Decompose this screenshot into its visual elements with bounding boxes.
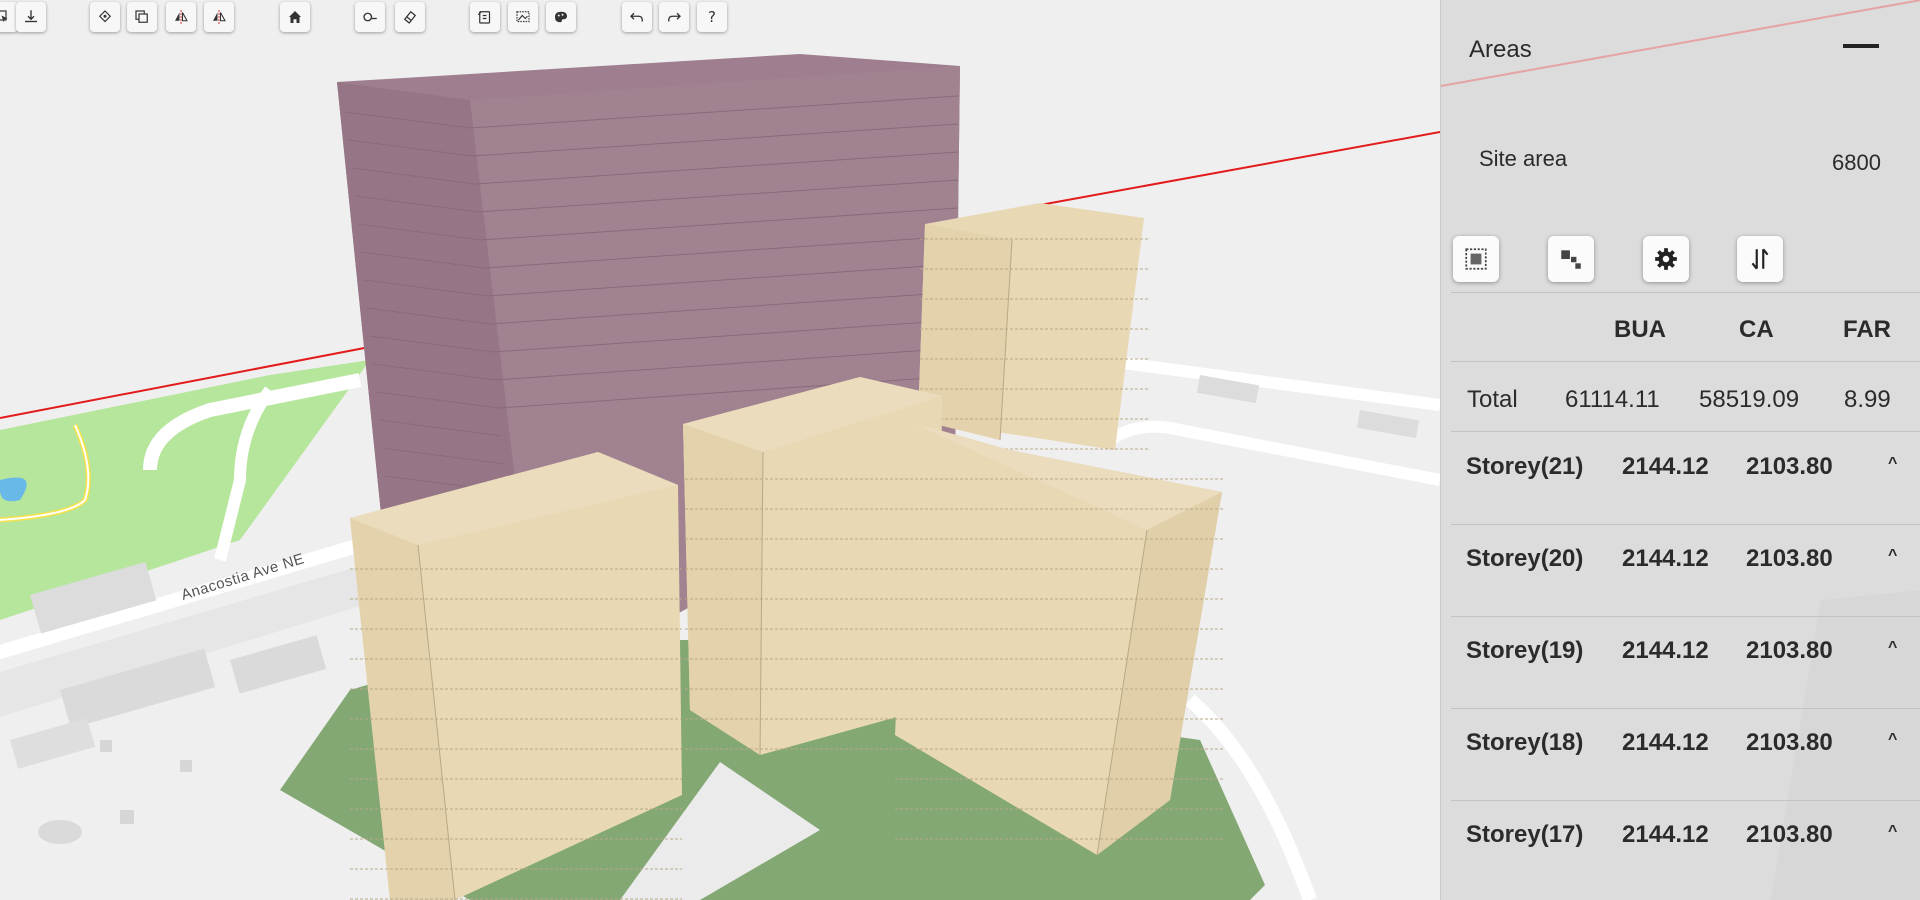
blocks-button[interactable]	[1548, 236, 1594, 282]
gear-icon	[1655, 248, 1677, 270]
storey-row[interactable]: Storey(21) 2144.12 2103.80 ^	[1441, 453, 1920, 545]
help-icon: ?	[708, 8, 716, 26]
move-down-button[interactable]	[16, 2, 46, 32]
eraser-button[interactable]	[395, 2, 425, 32]
divider	[1451, 616, 1920, 617]
divider	[1451, 708, 1920, 709]
mirror-icon	[213, 10, 226, 24]
blocks-icon	[1561, 250, 1581, 269]
storey-ca: 2103.80	[1746, 821, 1833, 848]
divider	[1451, 361, 1920, 362]
mirror-y-button[interactable]	[204, 2, 234, 32]
panel-title: Areas	[1469, 36, 1532, 63]
measure-icon	[363, 12, 377, 22]
storey-row[interactable]: Storey(18) 2144.12 2103.80 ^	[1441, 729, 1920, 821]
expand-storey-toggle[interactable]: ^	[1888, 731, 1897, 749]
grid-icon	[1465, 248, 1487, 270]
palette-button[interactable]	[546, 2, 576, 32]
mirror-x-button[interactable]	[166, 2, 196, 32]
rotate-button[interactable]	[90, 2, 120, 32]
storey-bua: 2144.12	[1622, 453, 1709, 480]
3d-viewport[interactable]: Anacostia Ave NE ?	[0, 0, 1440, 900]
column-header-far: FAR	[1843, 316, 1891, 343]
storey-bua: 2144.12	[1622, 821, 1709, 848]
storey-bua: 2144.12	[1622, 729, 1709, 756]
storey-ca: 2103.80	[1746, 545, 1833, 572]
expand-storey-toggle[interactable]: ^	[1888, 639, 1897, 657]
building-front-right	[895, 422, 1225, 856]
column-header-ca: CA	[1739, 316, 1774, 343]
storey-ca: 2103.80	[1746, 637, 1833, 664]
palette-icon	[555, 11, 567, 23]
home-button[interactable]	[280, 2, 310, 32]
settings-button[interactable]	[1643, 236, 1689, 282]
help-button[interactable]: ?	[697, 2, 727, 32]
home-icon	[289, 11, 301, 23]
site-area-value: 6800	[1832, 150, 1881, 175]
collapse-panel-button[interactable]	[1843, 44, 1879, 48]
expand-storey-toggle[interactable]: ^	[1888, 823, 1897, 841]
image-edit-icon	[516, 11, 530, 23]
storey-row[interactable]: Storey(20) 2144.12 2103.80 ^	[1441, 545, 1920, 637]
clipboard-icon	[477, 11, 491, 24]
sort-icon	[1751, 248, 1769, 270]
move-down-icon	[25, 10, 37, 23]
storey-label: Storey(20)	[1466, 545, 1584, 572]
expand-storey-toggle[interactable]: ^	[1888, 455, 1897, 473]
areas-panel: Areas Site area 6800 BUA CA FAR Total 61…	[1440, 0, 1920, 900]
measure-button[interactable]	[355, 2, 385, 32]
mirror-icon	[175, 10, 188, 24]
rotate-icon	[98, 10, 112, 23]
image-edit-button[interactable]	[508, 2, 538, 32]
eraser-icon	[403, 10, 417, 24]
sort-button[interactable]	[1737, 236, 1783, 282]
total-bua: 61114.11	[1565, 386, 1660, 413]
building-back-right	[918, 203, 1148, 454]
building-front-left	[350, 452, 682, 900]
copy-icon	[135, 10, 148, 23]
divider	[1451, 800, 1920, 801]
clipboard-button[interactable]	[470, 2, 500, 32]
storey-row[interactable]: Storey(19) 2144.12 2103.80 ^	[1441, 637, 1920, 729]
divider	[1451, 431, 1920, 432]
storey-label: Storey(18)	[1466, 729, 1584, 756]
total-ca: 58519.09	[1699, 386, 1800, 413]
divider	[1451, 524, 1920, 525]
top-toolbar: ?	[0, 0, 1440, 34]
column-header-bua: BUA	[1614, 316, 1666, 343]
storey-label: Storey(19)	[1466, 637, 1584, 664]
redo-icon	[668, 12, 681, 22]
3d-scene[interactable]: Anacostia Ave NE	[0, 0, 1440, 900]
undo-button[interactable]	[622, 2, 652, 32]
area-grid-button[interactable]	[1453, 236, 1499, 282]
expand-storey-toggle[interactable]: ^	[1888, 547, 1897, 565]
redo-button[interactable]	[659, 2, 689, 32]
storey-bua: 2144.12	[1622, 637, 1709, 664]
storey-label: Storey(21)	[1466, 453, 1584, 480]
undo-icon	[630, 12, 643, 22]
select-icon	[0, 10, 8, 23]
storey-row[interactable]: Storey(17) 2144.12 2103.80 ^	[1441, 821, 1920, 900]
total-label: Total	[1467, 386, 1518, 413]
storey-bua: 2144.12	[1622, 545, 1709, 572]
storey-ca: 2103.80	[1746, 453, 1833, 480]
divider	[1451, 292, 1920, 293]
total-far: 8.99	[1844, 386, 1891, 413]
site-area-label: Site area	[1479, 146, 1568, 171]
copy-button[interactable]	[127, 2, 157, 32]
storey-ca: 2103.80	[1746, 729, 1833, 756]
storey-label: Storey(17)	[1466, 821, 1584, 848]
